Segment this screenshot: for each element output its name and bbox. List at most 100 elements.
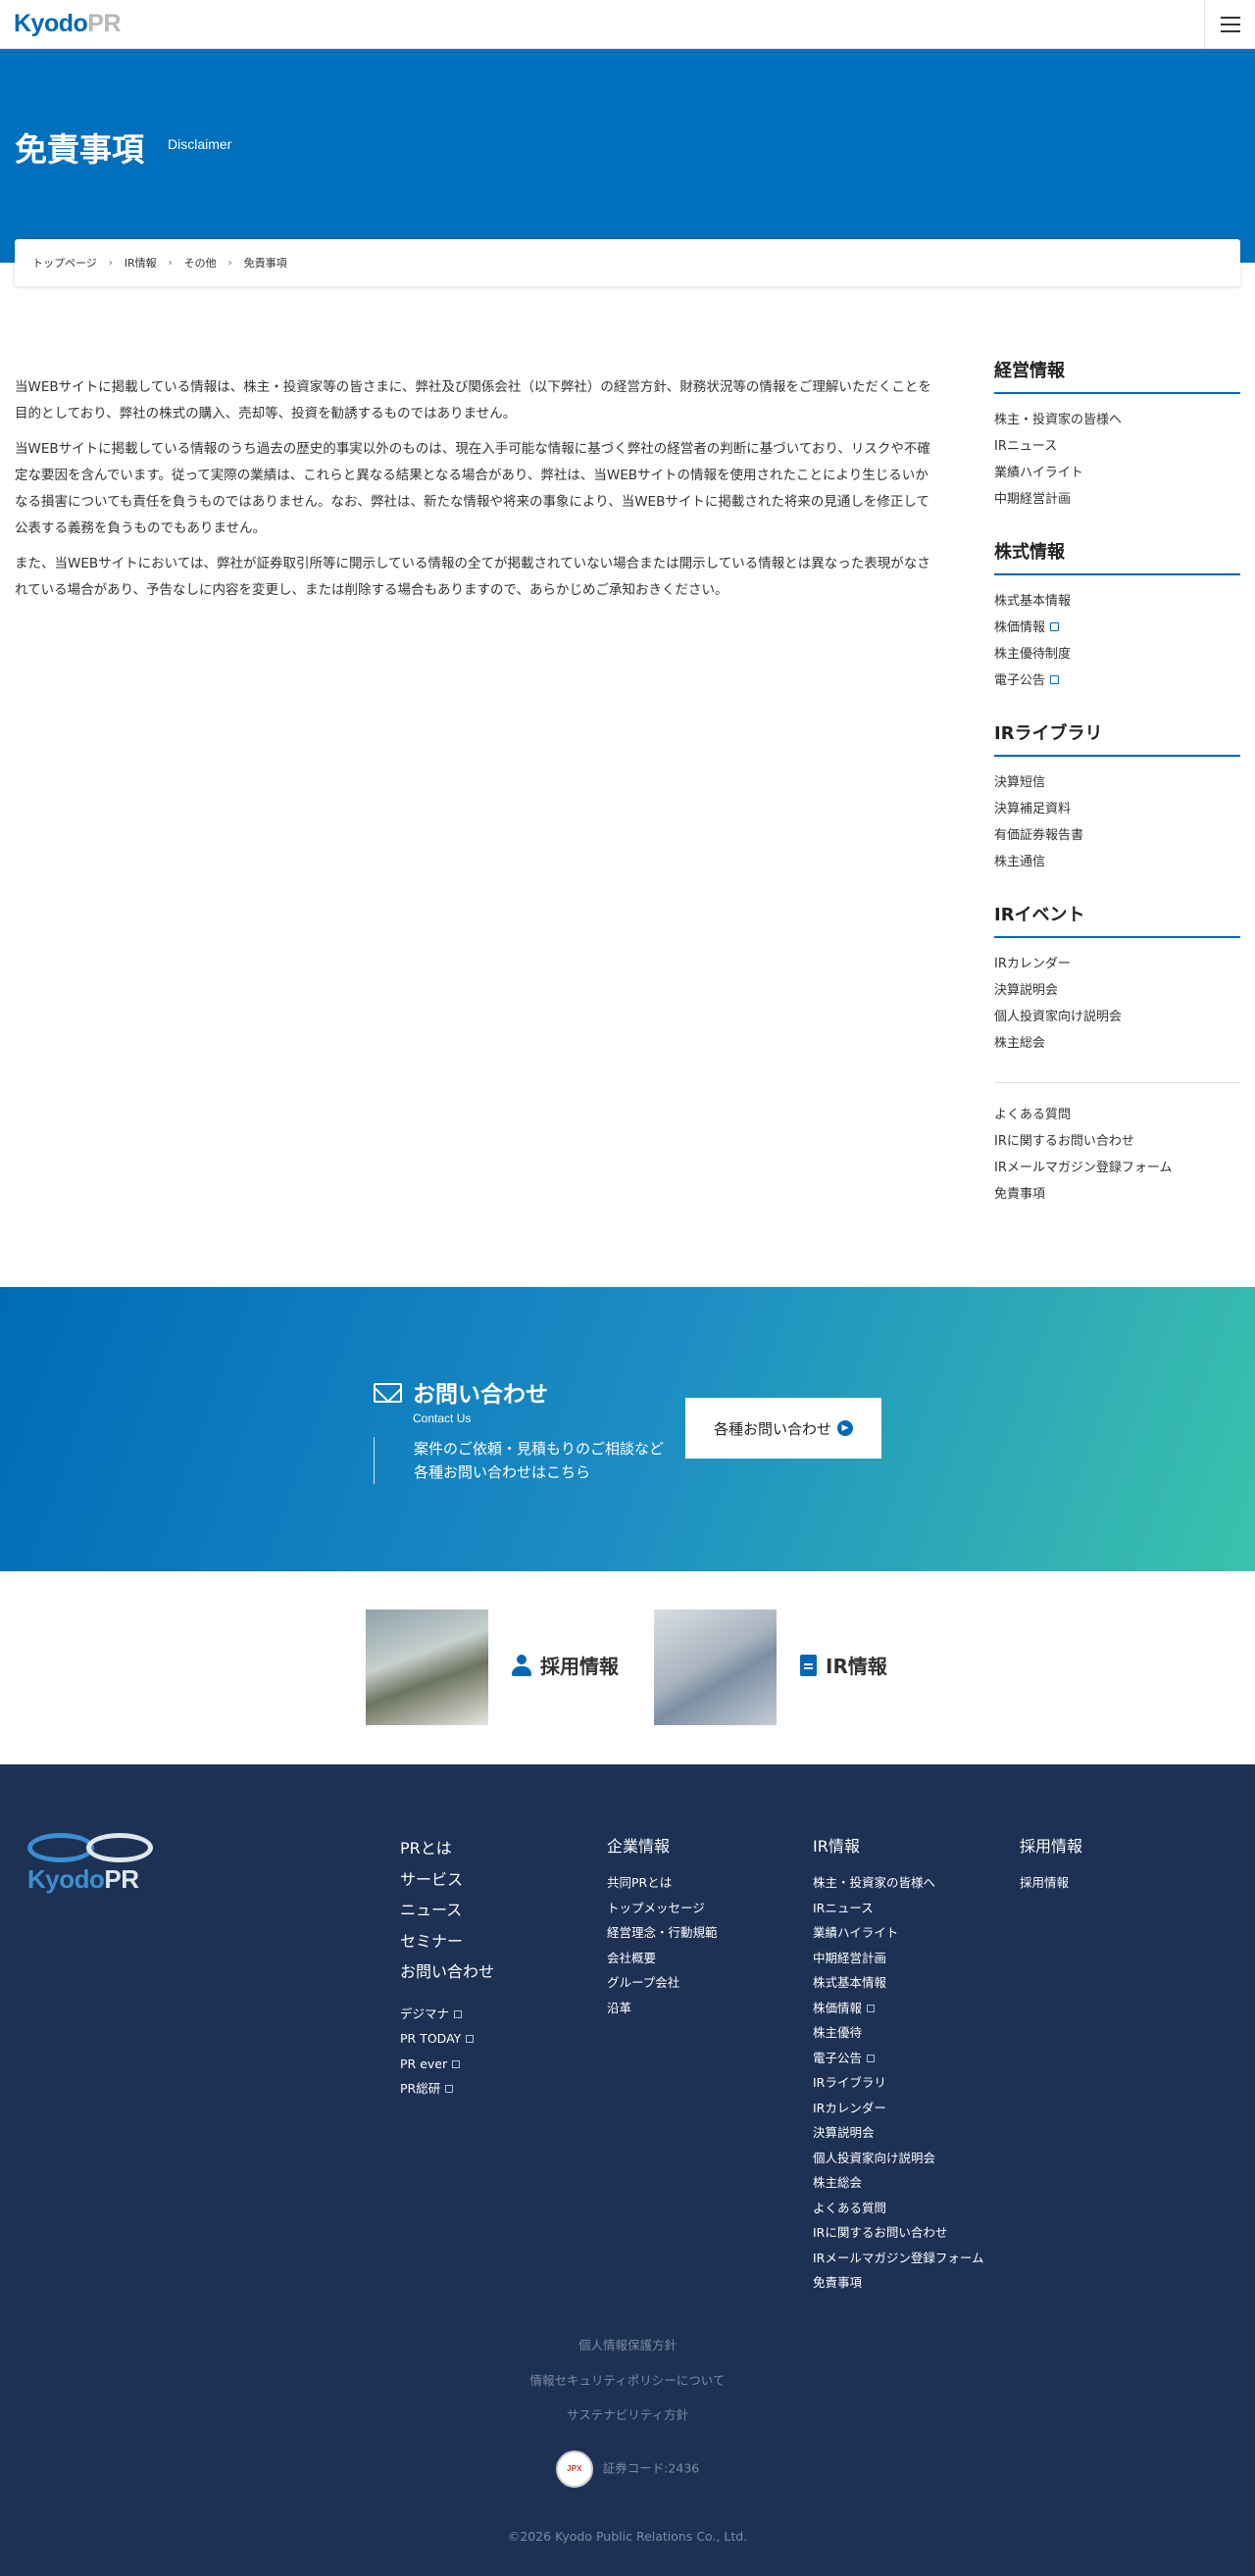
sidebar-link[interactable]: 株主優待制度 (994, 647, 1071, 662)
sidebar-link[interactable]: IRメールマガジン登録フォーム (994, 1161, 1172, 1175)
footer-link[interactable]: トップメッセージ (607, 1901, 705, 1915)
footer-link[interactable]: 経営理念・行動規範 (607, 1925, 718, 1940)
footer-link[interactable]: 株式基本情報 (813, 1975, 886, 1990)
sidebar-link[interactable]: よくある質問 (994, 1108, 1071, 1122)
footer-link[interactable]: 株価情報 (813, 2001, 862, 2015)
footer-link[interactable]: 株主・投資家の皆様へ (813, 1875, 935, 1890)
footer-link[interactable]: 電子公告 (813, 2051, 862, 2065)
sidebar-link[interactable]: 個人投資家向け説明会 (994, 1010, 1122, 1024)
breadcrumb-other[interactable]: その他 (184, 255, 217, 271)
footer-link[interactable]: PR TODAY (400, 2031, 461, 2046)
chevron-right-icon: › (227, 257, 232, 269)
sidebar-link[interactable]: 免責事項 (994, 1187, 1045, 1202)
footer-link[interactable]: グループ会社 (607, 1975, 679, 1990)
external-link-icon (1050, 675, 1060, 684)
footer-link[interactable]: IRメールマガジン登録フォーム (813, 2251, 984, 2265)
footer-link[interactable]: 沿革 (607, 2001, 631, 2015)
sidebar-link[interactable]: IRカレンダー (994, 957, 1071, 971)
footer-link[interactable]: 会社概要 (607, 1951, 656, 1965)
document-icon (800, 1654, 817, 1676)
sidebar-divider (994, 1082, 1240, 1083)
footer-link[interactable]: お問い合わせ (400, 1962, 494, 1981)
footer-link[interactable]: デジマナ (400, 2006, 449, 2021)
ir-link[interactable]: IR情報 (800, 1651, 887, 1679)
recruit-link[interactable]: 採用情報 (512, 1651, 619, 1679)
sidebar-link[interactable]: 中期経営計画 (994, 492, 1071, 507)
footer-link[interactable]: 個人投資家向け説明会 (813, 2151, 935, 2165)
mail-icon (374, 1383, 402, 1403)
footer-link[interactable]: PR ever (400, 2056, 447, 2071)
external-link-icon (466, 2035, 475, 2043)
footer-col-company: 企業情報 共同PRとは トップメッセージ 経営理念・行動規範 会社概要 グループ… (607, 1833, 718, 2020)
site-footer: KyodoPR PRとは サービス ニュース セミナー お問い合わせ デジマナ … (0, 1764, 1255, 2576)
external-link-icon (454, 2009, 463, 2018)
sidebar-link[interactable]: 決算短信 (994, 775, 1045, 790)
footer-col-main: PRとは サービス ニュース セミナー お問い合わせ デジマナ PR TODAY… (400, 1833, 494, 2102)
footer-link[interactable]: 共同PRとは (607, 1875, 672, 1890)
sidebar-link[interactable]: 有価証券報告書 (994, 828, 1083, 843)
footer-logo[interactable]: KyodoPR (27, 1833, 155, 1895)
hamburger-menu-icon[interactable] (1204, 0, 1255, 48)
sidebar-heading: 株式情報 (994, 538, 1240, 575)
footer-link[interactable]: 株主優待 (813, 2025, 862, 2040)
footer-link[interactable]: よくある質問 (813, 2201, 886, 2215)
disclaimer-paragraph: また、当WEBサイトにおいては、弊社が証券取引所等に開示している情報の全てが掲載… (15, 556, 930, 598)
sidebar-link[interactable]: IRニュース (994, 439, 1057, 454)
breadcrumb-home[interactable]: トップページ (32, 255, 97, 271)
external-link-icon (867, 2004, 876, 2012)
footer-link[interactable]: IRに関するお問い合わせ (813, 2225, 947, 2240)
footer-heading[interactable]: 企業情報 (607, 1833, 718, 1857)
sidebar-link[interactable]: IRに関するお問い合わせ (994, 1134, 1134, 1149)
external-link-icon (452, 2059, 461, 2068)
footer-link[interactable]: ニュース (400, 1901, 462, 1919)
sidebar-link[interactable]: 決算補足資料 (994, 802, 1071, 817)
footer-link[interactable]: IRライブラリ (813, 2075, 886, 2090)
arrow-right-icon: ▶ (837, 1420, 853, 1436)
external-link-icon (1050, 622, 1060, 631)
footer-stock-code: 証券コード:2436 (0, 2451, 1255, 2488)
footer-col-ir: IR情報 株主・投資家の皆様へ IRニュース 業績ハイライト 中期経営計画 株式… (813, 1833, 984, 2296)
recruit-photo[interactable] (366, 1610, 488, 1725)
footer-link[interactable]: 中期経営計画 (813, 1951, 886, 1965)
breadcrumb-ir[interactable]: IR情報 (125, 255, 157, 271)
footer-link[interactable]: PRとは (400, 1839, 452, 1858)
footer-link[interactable]: IRカレンダー (813, 2101, 886, 2115)
external-link-icon (445, 2085, 454, 2093)
footer-link[interactable]: 業績ハイライト (813, 1925, 898, 1940)
sidebar-link[interactable]: 決算説明会 (994, 983, 1058, 998)
jpx-seal-icon (555, 2451, 593, 2488)
sidebar-link[interactable]: 株価情報 (994, 620, 1045, 635)
footer-link[interactable]: 免責事項 (813, 2275, 862, 2290)
sidebar-link[interactable]: 株式基本情報 (994, 594, 1071, 609)
page-subtitle: Disclaimer (168, 136, 232, 152)
person-icon (512, 1654, 531, 1676)
chevron-right-icon: › (168, 257, 173, 269)
footer-link[interactable]: セミナー (400, 1932, 463, 1951)
contact-description: 案件のご依頼・見積もりのご相談など 各種お問い合わせはこちら (374, 1437, 664, 1484)
sidebar-link[interactable]: 電子公告 (994, 673, 1045, 688)
breadcrumb-current: 免責事項 (243, 257, 287, 270)
page-title: 免責事項 (15, 130, 144, 169)
footer-link[interactable]: 株主総会 (813, 2175, 862, 2190)
sidebar-link[interactable]: 株主・投資家の皆様へ (994, 413, 1122, 427)
ir-photo[interactable] (654, 1610, 777, 1725)
footer-link[interactable]: 採用情報 (1020, 1875, 1069, 1890)
footer-link[interactable]: IRニュース (813, 1901, 874, 1915)
footer-link[interactable]: 決算説明会 (813, 2125, 875, 2140)
footer-link[interactable]: PR総研 (400, 2081, 440, 2096)
disclaimer-paragraph: 当WEBサイトに掲載している情報は、株主・投資家等の皆さまに、弊社及び関係会社（… (15, 379, 931, 421)
contact-title: お問い合わせ (413, 1382, 548, 1408)
sidebar-heading: IRイベント (994, 901, 1240, 938)
site-logo[interactable]: KyodoPR (14, 10, 122, 38)
disclaimer-content: 当WEBサイトに掲載している情報は、株主・投資家等の皆さまに、弊社及び関係会社（… (15, 374, 936, 613)
sidebar-link[interactable]: 株主通信 (994, 855, 1045, 869)
footer-privacy-link: 個人情報保護方針 (577, 2338, 677, 2353)
footer-copyright: ©2026 Kyodo Public Relations Co., Ltd. (507, 2529, 748, 2544)
footer-col-recruit: 採用情報 採用情報 (1020, 1833, 1082, 1896)
footer-heading[interactable]: 採用情報 (1020, 1833, 1082, 1857)
contact-button[interactable]: 各種お問い合わせ ▶ (685, 1398, 881, 1459)
sidebar-link[interactable]: 業績ハイライト (994, 466, 1083, 480)
footer-link[interactable]: サービス (400, 1870, 463, 1889)
sidebar-link[interactable]: 株主総会 (994, 1036, 1045, 1051)
footer-heading[interactable]: IR情報 (813, 1833, 984, 1857)
